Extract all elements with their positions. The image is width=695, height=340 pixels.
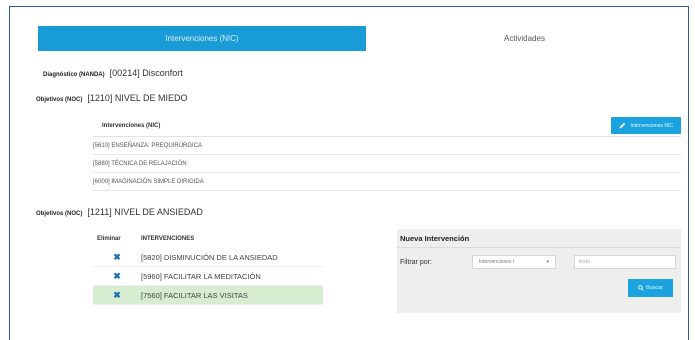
nic-row: [6000] IMAGINACIÓN SIMPLE DIRIGIDA — [93, 173, 681, 191]
nic-row-label: [5880] TÉCNICA DE RELAJACIÓN — [93, 160, 187, 167]
nic-table-header: Intervenciones (NIC) Intervenciones NIC — [93, 115, 681, 137]
tab-actividades[interactable]: Actividades — [366, 26, 683, 51]
intervention-row: ✖ [5820] DISMINUCIÓN DE LA ANSIEDAD — [93, 248, 323, 267]
objective-row-1: Objetivos (NOC) [1210] NIVEL DE MIEDO — [36, 93, 188, 103]
delete-column-header: Eliminar — [97, 236, 121, 242]
diagnosis-value: [00214] Disconfort — [109, 68, 183, 78]
filter-text-input[interactable]: texto — [574, 255, 676, 269]
diagnosis-label: Diagnóstico (NANDA) — [43, 72, 105, 78]
intervention-row: ✖ [5960] FACILITAR LA MEDITACIÓN — [93, 267, 323, 286]
x-icon[interactable]: ✖ — [113, 290, 121, 301]
tab-intervenciones[interactable]: Intervenciones (NIC) — [38, 26, 366, 51]
intervention-label: [5960] FACILITAR LA MEDITACIÓN — [141, 271, 261, 281]
nic-row-label: [5610] ENSEÑANZA: PREQUIRÚRGICA — [93, 142, 203, 149]
x-icon[interactable]: ✖ — [113, 271, 121, 282]
filter-select[interactable]: Intervenciones I ▾ — [472, 255, 556, 269]
nic-row-label: [6000] IMAGINACIÓN SIMPLE DIRIGIDA — [93, 178, 204, 185]
filter-select-value: Intervenciones I — [479, 259, 515, 265]
panel-title: Nueva Intervención — [400, 234, 470, 243]
diagnosis-row: Diagnóstico (NANDA) [00214] Disconfort — [43, 68, 183, 78]
objective-value: [1210] NIVEL DE MIEDO — [87, 93, 188, 103]
nic-row: [5610] ENSEÑANZA: PREQUIRÚRGICA — [93, 137, 681, 155]
divider — [397, 247, 681, 248]
nic-table: Intervenciones (NIC) Intervenciones NIC … — [93, 115, 681, 191]
intervention-row-highlighted: ✖ [7560] FACILITAR LAS VISITAS — [93, 286, 323, 305]
nic-header-label: Intervenciones (NIC) — [102, 122, 161, 129]
nic-row: [5880] TÉCNICA DE RELAJACIÓN — [93, 155, 681, 173]
intervention-label: [5820] DISMINUCIÓN DE LA ANSIEDAD — [141, 252, 278, 262]
objective-value: [1211] NIVEL DE ANSIEDAD — [87, 207, 203, 217]
tab-bar: Intervenciones (NIC) Actividades — [38, 26, 683, 51]
filter-text-placeholder: texto — [579, 259, 590, 265]
search-button[interactable]: Buscar — [628, 279, 673, 297]
interventions-header: Eliminar INTERVENCIONES — [93, 230, 323, 248]
add-intervention-button[interactable]: Intervenciones NIC — [611, 117, 681, 134]
add-intervention-label: Intervenciones NIC — [630, 122, 673, 129]
new-intervention-panel: Nueva Intervención Filtrar por: Interven… — [397, 229, 681, 313]
x-icon[interactable]: ✖ — [113, 252, 121, 263]
objective-label: Objetivos (NOC) — [36, 211, 83, 217]
pencil-icon — [620, 122, 626, 129]
objective-label: Objetivos (NOC) — [36, 97, 83, 103]
filter-label: Filtrar por: — [400, 259, 432, 266]
objective-row-2: Objetivos (NOC) [1211] NIVEL DE ANSIEDAD — [36, 207, 203, 217]
interventions-table: Eliminar INTERVENCIONES ✖ [5820] DISMINU… — [93, 230, 323, 305]
search-icon — [638, 285, 644, 291]
interventions-column-header: INTERVENCIONES — [141, 236, 195, 242]
chevron-down-icon: ▾ — [546, 259, 549, 265]
search-label: Buscar — [645, 285, 664, 291]
intervention-label: [7560] FACILITAR LAS VISITAS — [141, 290, 248, 300]
